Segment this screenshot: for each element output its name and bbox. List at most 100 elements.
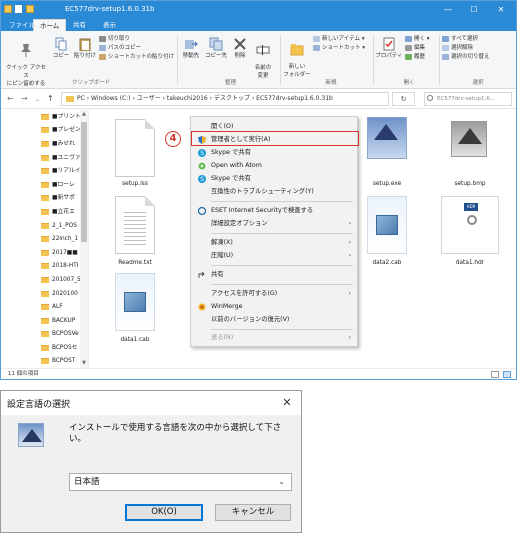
scrollbar-thumb[interactable] <box>81 122 87 242</box>
open-icon <box>405 35 412 42</box>
new-folder-icon <box>290 44 304 56</box>
nav-item-folder[interactable]: 201007_5 <box>41 274 81 287</box>
nav-item-folder[interactable]: ALF <box>41 301 63 314</box>
nav-item-folder[interactable]: ■リアルイ <box>41 165 81 178</box>
copy-to-icon <box>209 37 223 51</box>
file-item[interactable]: setup.bmp <box>437 117 503 191</box>
language-select-dialog: 設定言語の選択 ✕ インストールで使用する言語を次の中から選択して下さい。 日本… <box>0 390 302 533</box>
menu-item-eset-scan[interactable]: ESET Internet Securityで検査する <box>193 205 355 217</box>
menu-separator <box>211 233 353 234</box>
maximize-button[interactable]: ☐ <box>463 3 485 16</box>
cabinet-icon <box>115 273 155 331</box>
select-none-button[interactable]: 選択解除 <box>442 44 514 53</box>
nav-item-folder[interactable]: BCPOSセ <box>41 342 77 355</box>
nav-item-folder[interactable]: ■立花エ <box>41 206 75 219</box>
copy-path-icon <box>99 44 106 51</box>
svg-text:S: S <box>200 176 204 183</box>
tab-share[interactable]: 共有 <box>67 19 92 31</box>
history-button[interactable]: 履歴 <box>405 53 441 62</box>
up-arrow-icon[interactable]: ↑ <box>47 94 54 103</box>
paste-button[interactable]: 貼り付け <box>73 37 97 59</box>
file-item[interactable]: HDR data1.hdr <box>437 196 503 270</box>
menu-item-give-access[interactable]: アクセスを許可する(G) › <box>193 288 355 300</box>
copy-to-button[interactable]: コピー先 <box>205 37 227 59</box>
ribbon-divider <box>280 35 281 85</box>
ok-button[interactable]: OK(O) <box>125 504 203 521</box>
new-item-button[interactable]: 新しいアイテム ▾ <box>313 35 373 44</box>
tab-home[interactable]: ホーム <box>33 19 67 31</box>
select-all-button[interactable]: すべて選択 <box>442 35 514 44</box>
paste-shortcut-button[interactable]: ショートカットの貼り付け <box>99 53 179 62</box>
nav-item-folder[interactable]: BCPOST <box>41 355 75 368</box>
navigation-pane: ■プリント ■プレゼン ■みせれ ■ユニヴァ ■リアルイ ■ローレ ■新サポ ■… <box>1 110 89 368</box>
menu-item-skype-share-2[interactable]: S Skype で共有 <box>193 173 355 185</box>
new-folder-button[interactable]: 新しい フォルダー <box>283 37 311 78</box>
nav-item-folder[interactable]: ■プリント <box>41 111 81 124</box>
easy-access-button[interactable]: ショートカット ▾ <box>313 44 373 53</box>
copy-button[interactable]: コピー <box>51 37 71 59</box>
menu-item-winmerge[interactable]: WinMerge <box>193 301 355 313</box>
file-item-selected[interactable]: setup.exe <box>357 117 417 191</box>
properties-icon[interactable] <box>15 5 22 13</box>
file-item[interactable]: Readme.txt <box>105 196 165 272</box>
file-item[interactable]: setup.iss <box>105 119 165 191</box>
folder-icon <box>41 262 49 269</box>
file-item[interactable]: data2.cab <box>357 196 417 270</box>
recent-chevron-icon[interactable]: ⌄ <box>35 96 40 103</box>
nav-item-folder[interactable]: 2017■■ <box>41 247 78 260</box>
nav-pane-scrollbar[interactable]: ▲ ▼ <box>80 110 88 368</box>
cut-button[interactable]: 切り取り <box>99 35 179 44</box>
menu-item-advanced-options[interactable]: 詳細設定オプション › <box>193 218 355 230</box>
menu-item-send-to[interactable]: 送る(N) › <box>193 332 355 344</box>
folder-icon <box>41 181 49 188</box>
menu-item-share[interactable]: 共有 <box>193 269 355 281</box>
file-name: setup.exe <box>372 181 402 187</box>
menu-item-compress[interactable]: 圧縮(U) › <box>193 250 355 262</box>
menu-item-troubleshoot-compatibility[interactable]: 互換性のトラブルシューティング(Y) <box>193 186 355 198</box>
nav-item-folder[interactable]: ■プレゼン <box>41 124 81 137</box>
nav-item-folder[interactable]: 2020100 <box>41 288 78 301</box>
details-view-icon[interactable] <box>491 371 499 378</box>
menu-item-skype-share[interactable]: S Skype で共有 <box>193 147 355 159</box>
large-icons-view-icon[interactable] <box>503 371 511 378</box>
menu-item-open-with-atom[interactable]: Open with Atom <box>193 160 355 172</box>
rename-button[interactable]: 名前の 変更 <box>252 37 274 79</box>
scroll-down-icon[interactable]: ▼ <box>80 359 88 367</box>
copy-path-button[interactable]: パスのコピー <box>99 44 179 53</box>
close-button[interactable]: ✕ <box>490 3 512 16</box>
scroll-up-icon[interactable]: ▲ <box>80 110 88 118</box>
nav-item-folder[interactable]: ■新サポ <box>41 192 75 205</box>
back-arrow-icon[interactable]: ← <box>7 94 14 103</box>
menu-item-restore-previous[interactable]: 以前のバージョンの復元(V) <box>193 314 355 326</box>
forward-arrow-icon[interactable]: → <box>21 94 28 103</box>
tab-view[interactable]: 表示 <box>97 19 122 31</box>
dialog-message: インストールで使用する言語を次の中から選択して下さい。 <box>69 423 282 444</box>
move-to-button[interactable]: 移動先 <box>180 37 202 59</box>
minimize-button[interactable]: — <box>437 3 459 16</box>
nav-item-folder[interactable]: ■ローレ <box>41 179 75 192</box>
skype-icon: S <box>198 175 206 183</box>
nav-item-folder[interactable]: BCPOSVe <box>41 328 79 341</box>
menu-item-extract[interactable]: 解凍(X) › <box>193 237 355 249</box>
nav-item-folder[interactable]: 22inch_1 <box>41 233 78 246</box>
close-icon[interactable]: ✕ <box>280 396 294 410</box>
properties-button[interactable]: プロパティ <box>375 37 403 59</box>
nav-item-folder[interactable]: ■みせれ <box>41 138 75 151</box>
address-bar[interactable]: PC › Windows (C:) › ユーザー › takeuchi2016 … <box>61 92 389 106</box>
search-input[interactable]: EC577drv-setup1.6... <box>424 92 512 106</box>
refresh-button[interactable]: ↻ <box>392 92 415 106</box>
nav-item-folder[interactable]: BACKUP <box>41 315 75 328</box>
search-icon <box>427 95 433 101</box>
file-item[interactable]: data1.cab <box>105 273 165 347</box>
language-dropdown[interactable]: 日本語 ⌄ <box>69 473 292 491</box>
nav-item-folder[interactable]: ■ユニヴァ <box>41 152 81 165</box>
nav-item-folder[interactable]: 2018-HTI <box>41 260 78 273</box>
edit-button[interactable]: 編集 <box>405 44 441 53</box>
invert-selection-button[interactable]: 選択の切り替え <box>442 53 514 62</box>
open-button[interactable]: 開く ▾ <box>405 35 441 44</box>
new-folder-icon[interactable] <box>26 5 34 13</box>
share-icon <box>198 271 205 278</box>
cancel-button[interactable]: キャンセル <box>215 504 291 521</box>
nav-item-folder[interactable]: 2_1_POS <box>41 220 77 233</box>
delete-button[interactable]: 削除 <box>231 37 249 59</box>
